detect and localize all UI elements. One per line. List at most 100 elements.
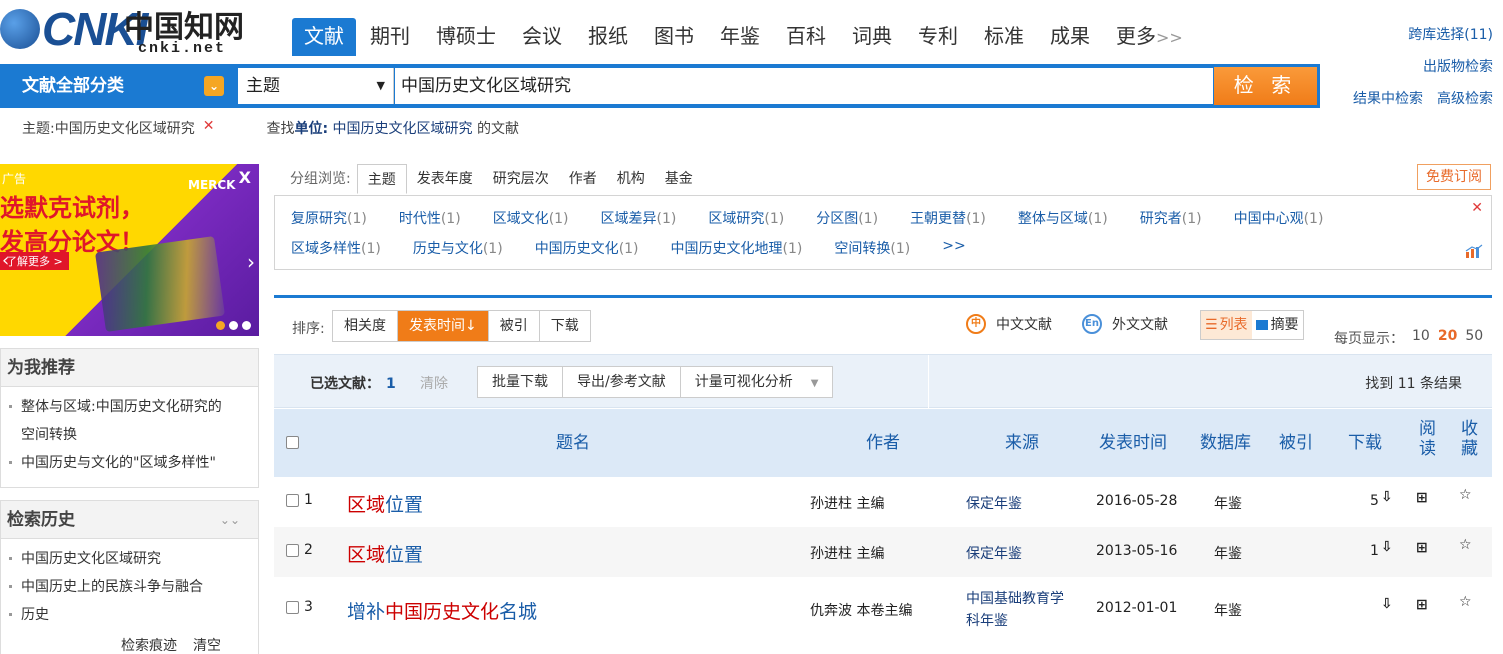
topic-item[interactable]: 分区图(1): [816, 208, 878, 228]
category-selector[interactable]: 文献全部分类 ⌄: [0, 64, 234, 108]
topic-more-button[interactable]: >>: [942, 238, 965, 258]
visual-analysis-button[interactable]: 计量可视化分析 ▼: [681, 367, 833, 397]
close-icon[interactable]: ✕: [1471, 200, 1483, 216]
advanced-search-link[interactable]: 高级检索: [1437, 88, 1493, 108]
col-source[interactable]: 来源: [1005, 433, 1039, 453]
nav-standard[interactable]: 标准: [972, 18, 1036, 56]
per-page-10[interactable]: 10: [1412, 328, 1430, 348]
topic-item[interactable]: 中国中心观(1): [1234, 208, 1324, 228]
nav-book[interactable]: 图书: [642, 18, 706, 56]
nav-thesis[interactable]: 博硕士: [424, 18, 508, 56]
download-icon[interactable]: ⇩: [1381, 539, 1393, 555]
history-item[interactable]: 中国历史文化区域研究: [9, 545, 250, 573]
row-author[interactable]: 仇奔波 本卷主编: [810, 600, 912, 620]
carousel-dot[interactable]: [229, 321, 238, 330]
download-icon[interactable]: ⇩: [1381, 596, 1393, 612]
recommend-item-continued[interactable]: 空间转换: [9, 421, 250, 449]
tab-year[interactable]: 发表年度: [407, 164, 483, 194]
read-icon[interactable]: ⊞: [1416, 490, 1428, 506]
download-icon[interactable]: ⇩: [1381, 489, 1393, 505]
tab-institution[interactable]: 机构: [607, 164, 655, 194]
chevron-down-icon[interactable]: ⌄: [204, 76, 224, 96]
sort-cited[interactable]: 被引: [489, 311, 540, 341]
star-icon[interactable]: ☆: [1459, 487, 1472, 503]
chinese-literature-filter[interactable]: 中中文文献: [966, 314, 1052, 334]
row-source[interactable]: 保定年鉴: [966, 543, 1022, 563]
nav-newspaper[interactable]: 报纸: [576, 18, 640, 56]
topic-item[interactable]: 中国历史文化地理(1): [671, 238, 803, 258]
foreign-literature-filter[interactable]: En 外文文献: [1082, 314, 1168, 334]
recommend-item[interactable]: 中国历史与文化的"区域多样性": [9, 449, 250, 477]
tab-level[interactable]: 研究层次: [483, 164, 559, 194]
topic-item[interactable]: 中国历史文化(1): [535, 238, 639, 258]
clear-selection-link[interactable]: 清除: [420, 373, 448, 393]
batch-download-button[interactable]: 批量下载: [478, 367, 563, 397]
nav-conference[interactable]: 会议: [510, 18, 574, 56]
result-title-link[interactable]: 增补中国历史文化名城: [347, 597, 537, 624]
row-author[interactable]: 孙进柱 主编: [810, 493, 884, 513]
remove-condition-icon[interactable]: ✕: [203, 118, 215, 138]
nav-dictionary[interactable]: 词典: [840, 18, 904, 56]
row-checkbox[interactable]: [286, 544, 299, 557]
publication-search-link[interactable]: 出版物检索: [1423, 56, 1493, 76]
topic-item[interactable]: 空间转换(1): [834, 238, 910, 258]
topic-item[interactable]: 整体与区域(1): [1018, 208, 1108, 228]
nav-more[interactable]: 更多>>: [1104, 18, 1195, 56]
chart-icon[interactable]: [1465, 244, 1483, 258]
list-view-button[interactable]: ☰ 列表: [1201, 311, 1252, 339]
result-title-link[interactable]: 区域位置: [347, 540, 423, 567]
ad-more-button[interactable]: 了解更多 >: [0, 252, 69, 270]
row-author[interactable]: 孙进柱 主编: [810, 543, 884, 563]
tab-topic[interactable]: 主题: [356, 164, 407, 194]
topic-item[interactable]: 复原研究(1): [291, 208, 367, 228]
chevron-right-icon[interactable]: ›: [247, 250, 255, 274]
topic-item[interactable]: 区域文化(1): [493, 208, 569, 228]
per-page-50[interactable]: 50: [1465, 328, 1483, 348]
sort-relevance[interactable]: 相关度: [333, 311, 398, 341]
topic-item[interactable]: 区域研究(1): [708, 208, 784, 228]
nav-patent[interactable]: 专利: [906, 18, 970, 56]
chevron-left-icon[interactable]: ‹: [2, 250, 9, 271]
ad-banner[interactable]: 广告 MERCK X 选默克试剂， 发高分论文！ 了解更多 > ‹ ›: [0, 164, 259, 336]
row-checkbox[interactable]: [286, 494, 299, 507]
star-icon[interactable]: ☆: [1459, 594, 1472, 610]
clear-history-link[interactable]: 清空: [193, 635, 221, 654]
subscribe-button[interactable]: 免费订阅: [1417, 164, 1491, 190]
nav-encyclopedia[interactable]: 百科: [774, 18, 838, 56]
topic-item[interactable]: 王朝更替(1): [910, 208, 986, 228]
cnki-logo[interactable]: CNKI 中国知网 cnki.net: [0, 0, 250, 62]
nav-journal[interactable]: 期刊: [358, 18, 422, 56]
nav-literature[interactable]: 文献: [292, 18, 356, 56]
nav-achievement[interactable]: 成果: [1038, 18, 1102, 56]
nav-yearbook[interactable]: 年鉴: [708, 18, 772, 56]
topic-item[interactable]: 区域多样性(1): [291, 238, 381, 258]
double-chevron-down-icon[interactable]: ⌄⌄: [220, 501, 240, 539]
search-trace-link[interactable]: 检索痕迹: [121, 635, 177, 654]
cross-db-link[interactable]: 跨库选择(11): [1408, 24, 1493, 44]
export-citation-button[interactable]: 导出/参考文献: [563, 367, 681, 397]
col-database[interactable]: 数据库: [1200, 433, 1251, 453]
row-source[interactable]: 保定年鉴: [966, 493, 1022, 513]
history-item[interactable]: 历史: [9, 601, 250, 629]
carousel-dot[interactable]: [216, 321, 225, 330]
carousel-dot[interactable]: [242, 321, 251, 330]
topic-item[interactable]: 时代性(1): [399, 208, 461, 228]
select-all-checkbox[interactable]: [286, 436, 299, 449]
row-checkbox[interactable]: [286, 601, 299, 614]
search-button[interactable]: 检 索: [1214, 67, 1317, 105]
sort-date[interactable]: 发表时间↓: [398, 311, 489, 341]
read-icon[interactable]: ⊞: [1416, 540, 1428, 556]
col-author[interactable]: 作者: [866, 433, 900, 453]
result-title-link[interactable]: 区域位置: [347, 490, 423, 517]
row-source[interactable]: 中国基础教育学 科年鉴: [966, 588, 1064, 632]
col-download[interactable]: 下载: [1348, 433, 1382, 453]
close-icon[interactable]: X: [239, 168, 251, 187]
abstract-view-button[interactable]: 摘要: [1252, 311, 1303, 339]
col-cited[interactable]: 被引: [1279, 433, 1313, 453]
read-icon[interactable]: ⊞: [1416, 597, 1428, 613]
per-page-20[interactable]: 20: [1438, 328, 1457, 348]
star-icon[interactable]: ☆: [1459, 537, 1472, 553]
history-item[interactable]: 中国历史上的民族斗争与融合: [9, 573, 250, 601]
tab-fund[interactable]: 基金: [655, 164, 703, 194]
tab-author[interactable]: 作者: [559, 164, 607, 194]
